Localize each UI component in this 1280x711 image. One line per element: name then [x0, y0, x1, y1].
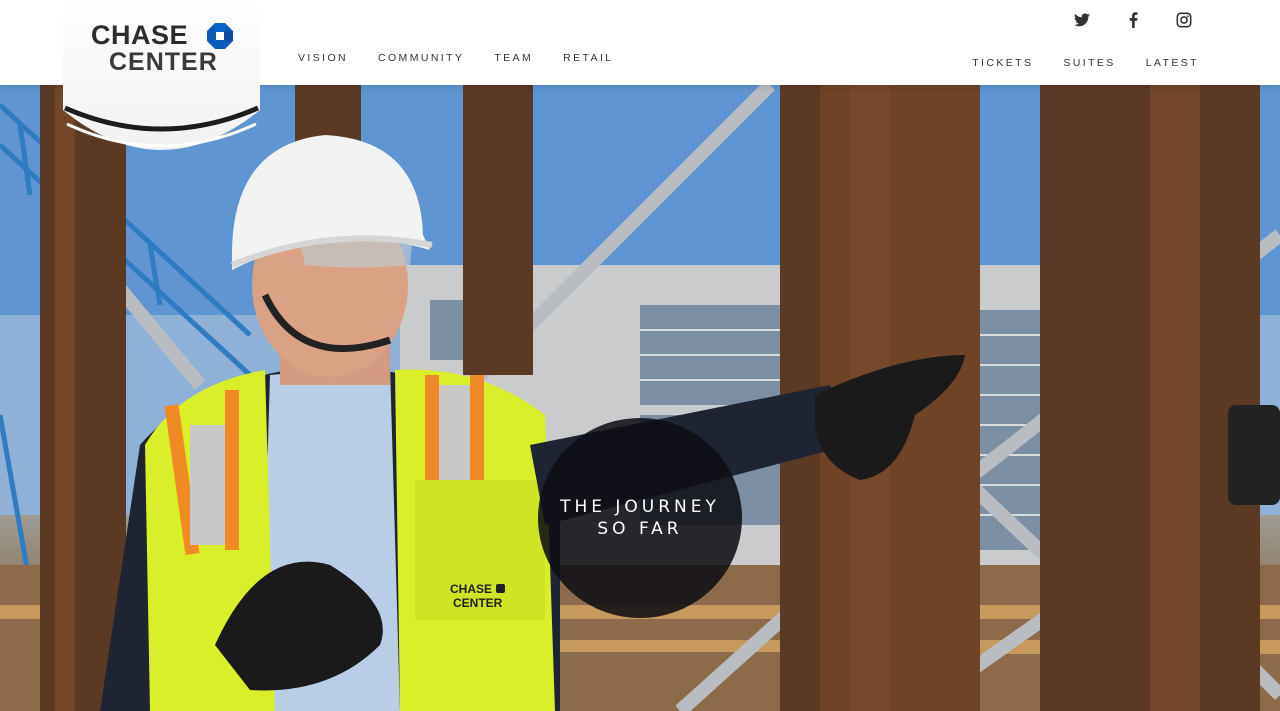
logo-wordmark: CHASE CENTER: [91, 22, 218, 75]
social-links: [1071, 9, 1195, 31]
journey-line-1: THE JOURNEY: [560, 497, 720, 517]
journey-label: THE JOURNEY SO FAR: [560, 496, 720, 540]
secondary-nav: TICKETS SUITES LATEST: [942, 57, 1199, 69]
chase-octagon-icon: [207, 23, 233, 49]
nav-tickets[interactable]: TICKETS: [972, 57, 1033, 69]
nav-suites[interactable]: SUITES: [1063, 57, 1115, 69]
nav-vision[interactable]: VISION: [298, 52, 348, 64]
journey-play-button[interactable]: THE JOURNEY SO FAR: [538, 418, 742, 618]
facebook-icon[interactable]: [1122, 9, 1144, 31]
primary-nav: VISION COMMUNITY TEAM RETAIL: [298, 52, 644, 64]
logo-line-2: CENTER: [109, 48, 218, 76]
vest-logo-line-1: CHASE: [450, 582, 493, 596]
vest-logo: CHASE CENTER: [450, 582, 506, 610]
instagram-icon[interactable]: [1173, 9, 1195, 31]
vest-octagon-icon: [496, 584, 506, 593]
hero-video[interactable]: CHASE CENTER THE JOURNEY SO FAR: [0, 85, 1280, 711]
twitter-icon[interactable]: [1071, 9, 1093, 31]
nav-retail[interactable]: RETAIL: [563, 52, 613, 64]
logo-line-1: CHASE: [91, 20, 189, 50]
nav-community[interactable]: COMMUNITY: [378, 52, 464, 64]
journey-line-2: SO FAR: [597, 519, 683, 539]
chase-center-logo[interactable]: CHASE CENTER: [63, 0, 260, 165]
nav-team[interactable]: TEAM: [494, 52, 533, 64]
nav-latest[interactable]: LATEST: [1146, 57, 1199, 69]
vest-logo-line-2: CENTER: [453, 596, 503, 610]
